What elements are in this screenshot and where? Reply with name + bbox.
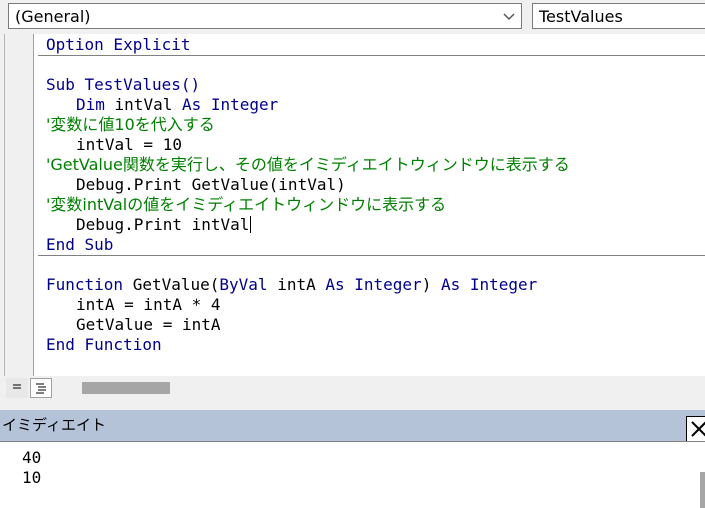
end-sub: End Sub [46, 235, 114, 254]
immediate-window-output[interactable]: 40 10 [0, 441, 705, 508]
code-comment: '変数に値10を代入する [46, 115, 215, 134]
keyword: Integer [201, 95, 279, 114]
full-module-view-icon [36, 383, 46, 394]
identifier: .Print GetValue(intVal) [124, 175, 346, 194]
code-line: intVal = 10 [76, 135, 182, 154]
code-comment: 'GetValue関数を実行し、その値をイミディエイトウィンドウに表示する [46, 155, 570, 174]
code-line: Function GetValue(ByVal intA As Integer)… [46, 275, 537, 295]
procedure-dropdown[interactable]: TestValues [532, 3, 705, 29]
code-line: Debug.Print intVal [76, 215, 252, 235]
code-area[interactable]: Option Explicit Sub TestValues() Dim int… [38, 34, 705, 376]
procedure-separator [38, 255, 705, 256]
output-line: 10 [22, 468, 42, 487]
keyword: As Integer [325, 275, 422, 294]
pane-splitter[interactable] [0, 400, 705, 410]
object-dropdown[interactable]: (General) [8, 3, 522, 29]
keyword: ByVal [219, 275, 268, 294]
identifier: Debug [76, 215, 125, 234]
code-line: Option Explicit [46, 35, 191, 55]
option-explicit: Option Explicit [46, 35, 191, 54]
code-line: Dim intVal As Integer [76, 95, 278, 115]
identifier: intVal [104, 95, 182, 114]
code-margin[interactable] [0, 34, 34, 376]
horizontal-scrollbar-thumb[interactable] [82, 382, 170, 394]
identifier: ) [421, 275, 441, 294]
code-window-toolbar: (General) TestValues [0, 0, 705, 34]
keyword: Function [46, 275, 124, 294]
code-line: intA = intA * 4 [76, 295, 221, 314]
keyword: As [181, 95, 202, 114]
code-line: GetValue = intA [76, 315, 221, 334]
identifier: intA [267, 275, 326, 294]
sub-declaration: Sub TestValues() [46, 75, 201, 94]
full-module-view-button[interactable] [30, 378, 52, 398]
identifier: Debug [76, 175, 125, 194]
code-window-footer [0, 376, 705, 400]
procedure-dropdown-value: TestValues [539, 7, 623, 26]
object-dropdown-value: (General) [15, 7, 91, 26]
output-line: 40 [22, 448, 42, 467]
immediate-window-titlebar: イミディエイト [0, 410, 705, 442]
code-comment: '変数intValの値をイミディエイトウィンドウに表示する [46, 195, 447, 214]
identifier: .Print intVal [124, 215, 250, 234]
code-line: Debug.Print GetValue(intVal) [76, 175, 346, 195]
immediate-window-title: イミディエイト [2, 416, 106, 434]
keyword: As Integer [440, 275, 538, 294]
close-button[interactable] [686, 416, 705, 442]
code-line: Sub TestValues() [46, 75, 200, 95]
procedure-view-icon [13, 384, 21, 389]
identifier: GetValue( [123, 275, 220, 294]
procedure-view-button[interactable] [6, 378, 28, 398]
procedure-separator [38, 55, 705, 56]
end-function: End Function [46, 335, 162, 354]
close-icon [691, 421, 705, 437]
text-caret [250, 216, 252, 233]
chevron-down-icon[interactable] [499, 6, 519, 26]
code-editor[interactable]: Option Explicit Sub TestValues() Dim int… [0, 34, 705, 376]
keyword: Dim [76, 95, 105, 114]
vertical-scrollbar-thumb[interactable] [700, 472, 705, 508]
